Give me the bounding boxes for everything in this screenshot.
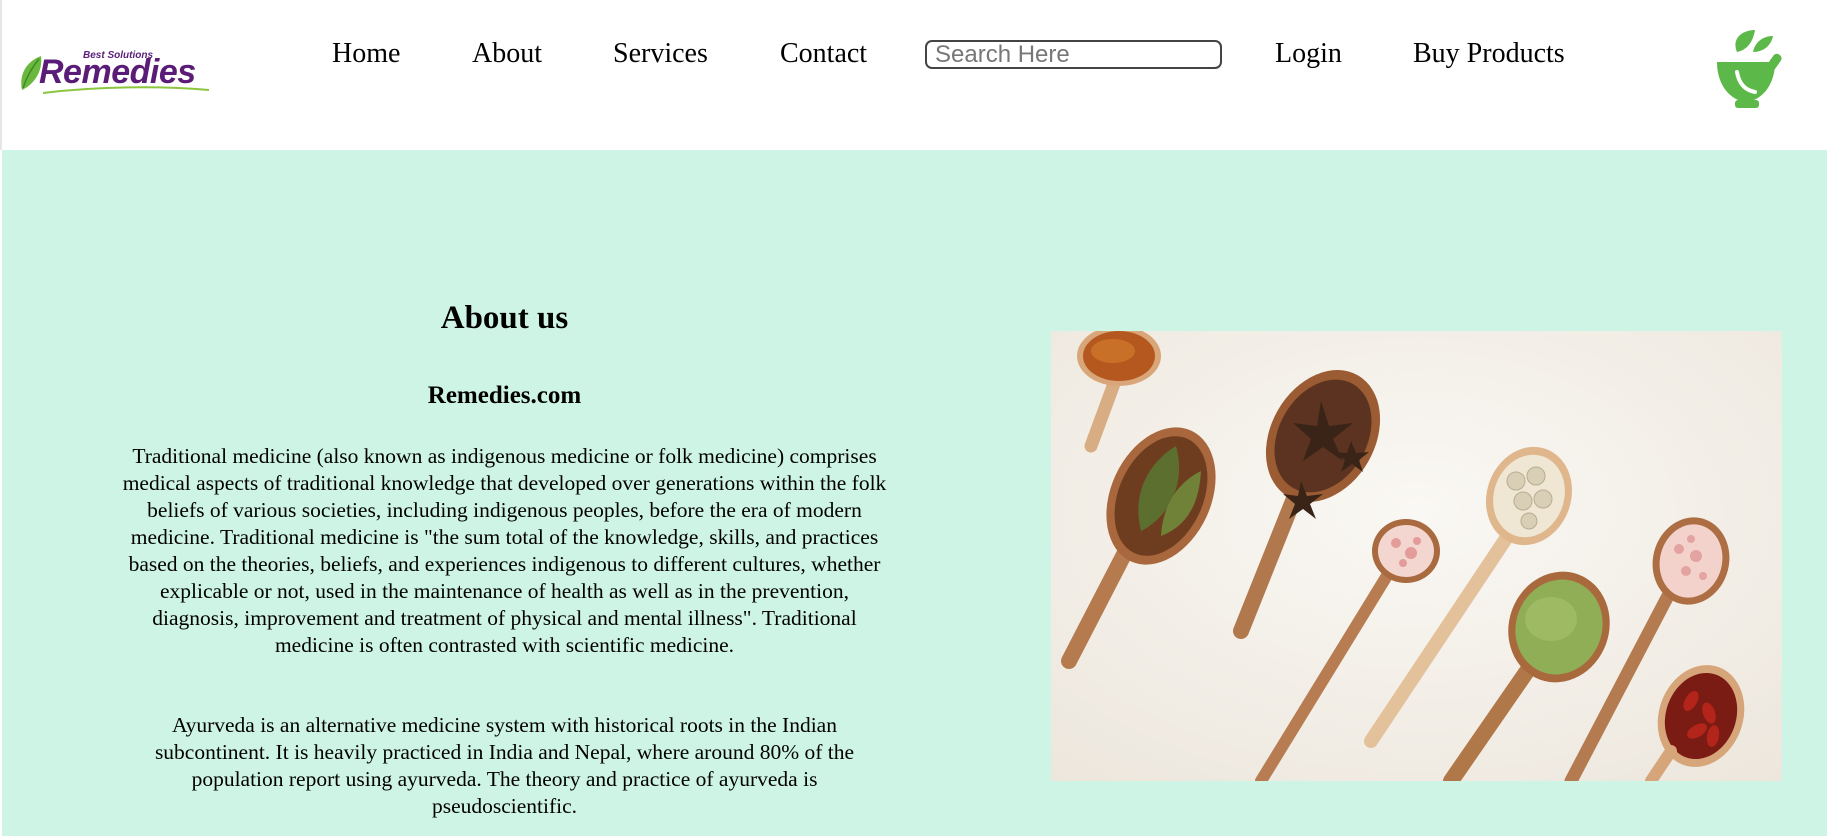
search-input[interactable]: [925, 40, 1222, 69]
site-name-heading: Remedies.com: [427, 382, 582, 409]
nav-home[interactable]: Home: [332, 36, 400, 72]
nav-contact[interactable]: Contact: [780, 36, 867, 72]
nav-buy-products[interactable]: Buy Products: [1413, 36, 1565, 72]
site-header: Best Solutions Remedies Home About Servi…: [0, 0, 1827, 150]
nav-login[interactable]: Login: [1275, 36, 1342, 72]
spices-spoons-illustration: [1051, 331, 1782, 781]
about-section: About us Remedies.com Traditional medici…: [2, 150, 1827, 836]
ayurveda-paragraph: Ayurveda is an alternative medicine syst…: [154, 713, 855, 818]
spices-spoons-photo: [1051, 331, 1782, 781]
nav-about[interactable]: About: [472, 36, 542, 72]
nav-services[interactable]: Services: [613, 36, 708, 72]
mortar-pestle-leaf-icon[interactable]: [1715, 28, 1791, 112]
about-title: About us: [440, 300, 569, 336]
logo-swoosh: [42, 86, 210, 94]
site-logo[interactable]: Best Solutions Remedies: [19, 46, 219, 94]
traditional-medicine-paragraph: Traditional medicine (also known as indi…: [122, 444, 887, 657]
